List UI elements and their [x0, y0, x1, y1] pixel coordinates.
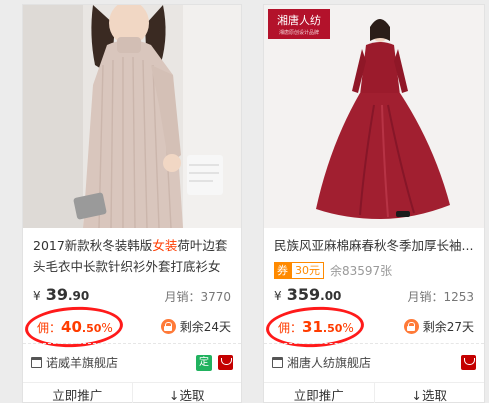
svg-text:湘唐人纺: 湘唐人纺: [277, 13, 321, 27]
lock-icon: [160, 319, 176, 334]
commission: 佣：40.50%: [37, 318, 113, 336]
shop-name[interactable]: 湘唐人纺旗舰店: [287, 354, 461, 371]
shop-row: 湘唐人纺旗舰店: [264, 343, 484, 381]
store-icon: [31, 357, 42, 368]
coupon-tag: 券: [274, 261, 291, 279]
ding-badge: 定: [196, 354, 212, 371]
action-row: 立即推广 ↓选取: [23, 382, 241, 403]
coupon-amount[interactable]: 30元: [291, 261, 324, 279]
remaining-days: 剩余27天: [403, 318, 474, 335]
select-button[interactable]: ↓选取: [373, 383, 485, 403]
monthly-sales: 月销：1253: [407, 290, 474, 304]
action-row: 立即推广 ↓选取: [264, 382, 484, 403]
promote-button[interactable]: 立即推广: [264, 383, 374, 403]
price: ¥ 39.90: [33, 285, 90, 304]
coupon-left: 余83597张: [330, 263, 393, 278]
commission: 佣：31.50%: [278, 318, 354, 336]
product-card: 2017新款秋冬装韩版女装荷叶边套头毛衣中长款针织衫外套打底衫女 ¥ 39.90…: [22, 4, 242, 403]
product-title[interactable]: 民族风亚麻棉麻春秋冬季加厚长袖...: [274, 235, 478, 256]
remaining-days: 剩余24天: [160, 318, 231, 335]
store-icon: [272, 357, 283, 368]
shop-name[interactable]: 诺威羊旗舰店: [46, 354, 196, 371]
promote-button[interactable]: 立即推广: [23, 383, 132, 403]
product-card: 湘唐人纺 湘唐原创设计品牌 民族风亚麻棉麻春秋冬季加厚长袖... 券 30元 余…: [263, 4, 485, 403]
svg-text:湘唐原创设计品牌: 湘唐原创设计品牌: [279, 29, 319, 36]
product-title[interactable]: 2017新款秋冬装韩版女装荷叶边套头毛衣中长款针织衫外套打底衫女: [33, 235, 235, 277]
product-image[interactable]: 湘唐人纺 湘唐原创设计品牌: [264, 5, 484, 228]
coupon-row: 券 30元 余83597张: [274, 261, 392, 279]
price: ¥ 359.00: [274, 285, 342, 304]
product-image[interactable]: [23, 5, 241, 228]
tmall-icon: [218, 355, 233, 370]
title-highlight: 女装: [152, 238, 178, 253]
shop-row: 诺威羊旗舰店 定: [23, 343, 241, 381]
select-button[interactable]: ↓选取: [131, 383, 242, 403]
tmall-icon: [461, 355, 476, 370]
monthly-sales: 月销：3770: [164, 290, 231, 304]
lock-icon: [403, 319, 419, 334]
